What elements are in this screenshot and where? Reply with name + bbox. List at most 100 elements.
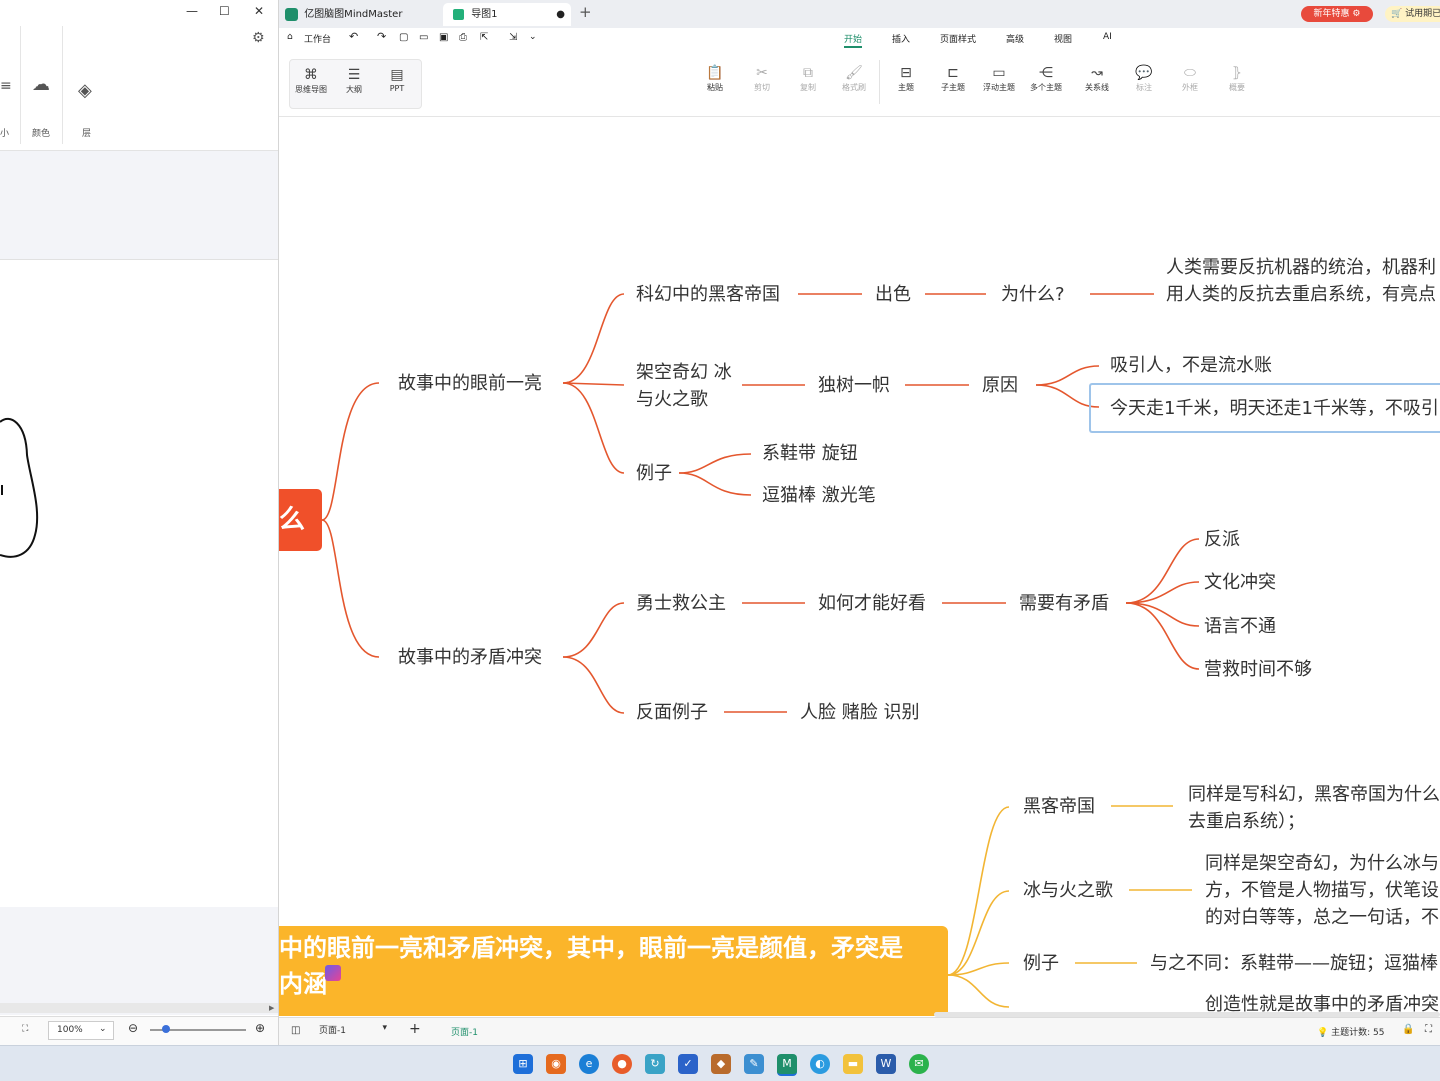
- tab-document[interactable]: 导图1 ●: [443, 3, 571, 26]
- zoom-select[interactable]: 100% ⌄: [48, 1021, 114, 1040]
- feishu-icon[interactable]: ✓: [678, 1054, 698, 1074]
- paste-button[interactable]: 📋 粘贴: [694, 64, 736, 93]
- topic-example-1[interactable]: 系鞋带 旋钮: [762, 440, 858, 467]
- new-year-promo-button[interactable]: 新年特惠 ⚙: [1301, 6, 1373, 22]
- mindmap-canvas[interactable]: 么 故事中的眼前一亮 科幻中的黑客帝国 出色 为什么? 人类需要反抗机器的统治，…: [279, 117, 1440, 1017]
- windows-start-icon[interactable]: ⊞: [513, 1054, 533, 1074]
- maximize-button[interactable]: ☐: [219, 4, 230, 18]
- fit-icon[interactable]: ⛶: [22, 1024, 28, 1034]
- copy-button[interactable]: ⧉ 复制: [787, 64, 829, 93]
- firefox-icon[interactable]: ●: [612, 1054, 632, 1074]
- format-painter-button[interactable]: 🖌 格式刷: [833, 64, 875, 93]
- size-icon[interactable]: ≡: [0, 78, 12, 94]
- topic-summary-example[interactable]: 例子: [1023, 950, 1059, 977]
- redo-icon[interactable]: ↷: [377, 30, 386, 43]
- menu-tab-view[interactable]: 视图: [1054, 32, 1072, 45]
- topic-branch2[interactable]: 故事中的矛盾冲突: [398, 644, 542, 671]
- callout-button[interactable]: 💬 标注: [1123, 64, 1165, 93]
- summary-button[interactable]: ⦄ 概要: [1216, 64, 1258, 93]
- topic-summary-example-text[interactable]: 与之不同：系鞋带——旋钮；逗猫棒: [1150, 950, 1438, 977]
- view-ppt-button[interactable]: ▤ PPT: [376, 66, 418, 93]
- topic-counter-items[interactable]: 人脸 赌脸 识别: [800, 699, 919, 726]
- topic-cause[interactable]: 原因: [982, 372, 1018, 399]
- page-select[interactable]: 页面-1 ▾: [319, 1023, 387, 1038]
- view-outline-button[interactable]: ☰ 大纲: [333, 66, 375, 95]
- edge-browser-icon[interactable]: e: [579, 1054, 599, 1074]
- subtopic-button[interactable]: ⊏ 子主题: [932, 64, 974, 93]
- export-icon[interactable]: ⇱: [480, 32, 488, 43]
- topic-how[interactable]: 如何才能好看: [818, 590, 926, 617]
- topic-attract[interactable]: 吸引人，不是流水账: [1110, 352, 1272, 379]
- root-topic[interactable]: 么: [279, 489, 322, 551]
- topic-summary-got[interactable]: 冰与火之歌: [1023, 877, 1113, 904]
- topic-counter-example[interactable]: 反面例子: [636, 699, 708, 726]
- topic-summary-matrix-text[interactable]: 同样是写科幻，黑客帝国为什么去重启系统）；: [1188, 781, 1440, 835]
- topic-need-conflict[interactable]: 需要有矛盾: [1019, 590, 1109, 617]
- app-icon[interactable]: ◉: [546, 1054, 566, 1074]
- topic-branch1[interactable]: 故事中的眼前一亮: [398, 370, 542, 397]
- new-tab-icon[interactable]: +: [579, 3, 592, 21]
- add-page-button[interactable]: +: [409, 1021, 421, 1037]
- undo-icon[interactable]: ↶: [349, 30, 358, 43]
- folder-icon[interactable]: ▬: [843, 1054, 863, 1074]
- scrollbar[interactable]: ▶: [0, 1003, 278, 1013]
- floating-topic-button[interactable]: ▭ 浮动主题: [978, 64, 1020, 93]
- menu-tab-home[interactable]: 开始: [844, 32, 863, 48]
- open-icon[interactable]: ▭: [419, 32, 428, 43]
- wechat-icon[interactable]: ✉: [909, 1054, 929, 1074]
- multiple-topics-button[interactable]: ⋲ 多个主题: [1025, 64, 1067, 93]
- topic-outstanding[interactable]: 出色: [875, 281, 911, 308]
- topic-unique[interactable]: 独树一帜: [818, 372, 890, 399]
- menu-tab-advanced[interactable]: 高级: [1006, 32, 1024, 45]
- page-panel-icon[interactable]: ◫: [291, 1025, 300, 1036]
- lock-icon[interactable]: 🔒: [1402, 1024, 1414, 1035]
- zoom-in-icon[interactable]: ⊕: [255, 1021, 265, 1035]
- home-icon[interactable]: ⌂: [287, 32, 293, 42]
- relationship-button[interactable]: ↝ 关系线: [1076, 64, 1118, 93]
- topic-villain[interactable]: 反派: [1204, 526, 1240, 553]
- minimize-button[interactable]: —: [186, 4, 198, 18]
- close-tab-icon[interactable]: ●: [556, 3, 565, 26]
- trial-button[interactable]: 🛒 试用期已: [1385, 6, 1440, 22]
- workspace-button[interactable]: 工作台: [304, 32, 331, 45]
- view-mindmap-button[interactable]: ⌘ 思维导图: [290, 66, 332, 95]
- topic-example-text[interactable]: 今天走1千米，明天还走1千米等，不吸引: [1110, 395, 1439, 422]
- topic-summary-matrix[interactable]: 黑客帝国: [1023, 793, 1095, 820]
- app-icon-acorn[interactable]: ◆: [711, 1054, 731, 1074]
- topic-culture-conflict[interactable]: 文化冲突: [1204, 569, 1276, 596]
- topic-hero[interactable]: 勇士救公主: [636, 590, 726, 617]
- zoom-slider-handle[interactable]: [162, 1025, 170, 1033]
- topic-reason-text[interactable]: 人类需要反抗机器的统治，机器利用人类的反抗去重启系统，有亮点: [1166, 254, 1440, 308]
- tab-mindmaster-home[interactable]: 亿图脑图MindMaster 免费: [285, 3, 435, 45]
- browser-icon[interactable]: ◐: [810, 1054, 830, 1074]
- color-icon[interactable]: ☁: [32, 74, 50, 95]
- boundary-button[interactable]: ⬭ 外框: [1169, 64, 1211, 93]
- sync-app-icon[interactable]: ↻: [645, 1054, 665, 1074]
- fullscreen-icon[interactable]: ⛶: [1425, 1024, 1432, 1035]
- topic-examples[interactable]: 例子: [636, 460, 672, 487]
- topic-fantasy[interactable]: 架空奇幻 冰与火之歌: [636, 359, 732, 413]
- topic-button[interactable]: ⊟ 主题: [885, 64, 927, 93]
- topic-example-2[interactable]: 逗猫棒 激光笔: [762, 482, 876, 509]
- topic-language[interactable]: 语言不通: [1204, 613, 1276, 640]
- summary-topic[interactable]: 中的眼前一亮和矛盾冲突，其中，眼前一亮是颜值，矛突是内涵: [279, 926, 948, 1016]
- zoom-out-icon[interactable]: ⊖: [128, 1021, 138, 1035]
- topic-scifi[interactable]: 科幻中的黑客帝国: [636, 281, 780, 308]
- print-icon[interactable]: ⎙: [459, 32, 467, 43]
- mindmaster-taskbar-icon[interactable]: M: [777, 1054, 797, 1076]
- topic-why[interactable]: 为什么?: [1001, 281, 1065, 308]
- save-icon[interactable]: ▣: [439, 32, 448, 43]
- more-icon[interactable]: ⌄: [529, 32, 537, 42]
- page-tab[interactable]: 页面-1: [451, 1025, 478, 1038]
- word-icon[interactable]: W: [876, 1054, 896, 1074]
- topic-rescue-time[interactable]: 营救时间不够: [1204, 656, 1312, 683]
- close-button[interactable]: ✕: [254, 4, 264, 18]
- menu-tab-ai[interactable]: AI: [1103, 32, 1112, 42]
- paint-app-icon[interactable]: ✎: [744, 1054, 764, 1074]
- menu-tab-insert[interactable]: 插入: [892, 32, 910, 45]
- share-icon[interactable]: ⇲: [509, 32, 517, 43]
- cut-button[interactable]: ✂ 剪切: [741, 64, 783, 93]
- menu-tab-page-style[interactable]: 页面样式: [940, 32, 976, 45]
- new-icon[interactable]: ▢: [399, 32, 408, 43]
- ai-assistant-icon[interactable]: [325, 965, 341, 981]
